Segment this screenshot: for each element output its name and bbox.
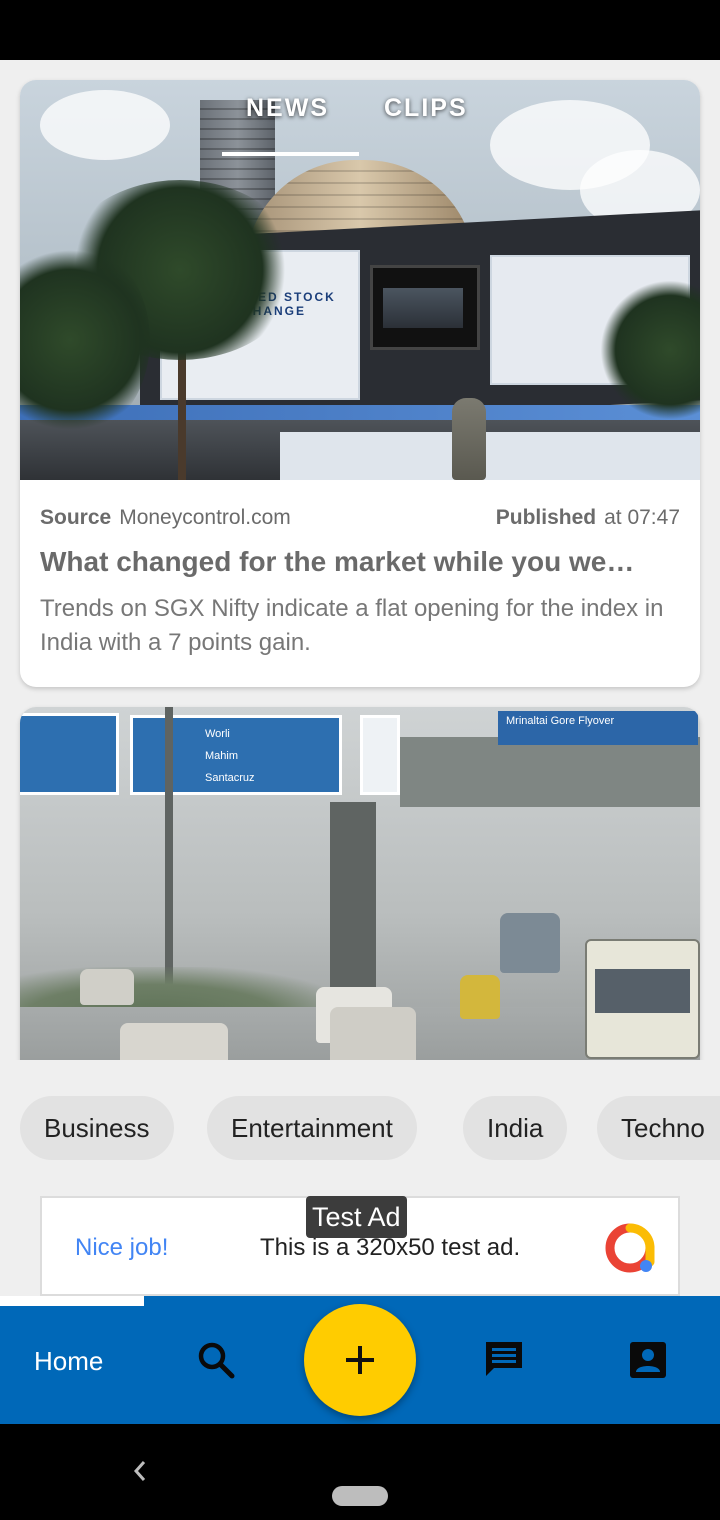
profile-icon[interactable] [628,1340,668,1380]
article-image: Worli Mahim Santacruz Mrinaltai Gore Fly… [20,707,700,1060]
bottom-navigation: Home [0,1296,720,1424]
article-headline[interactable]: What changed for the market while you we… [40,546,680,578]
ad-test-tag: Test Ad [306,1196,407,1238]
tab-news[interactable]: NEWS [246,94,329,123]
source-name: Moneycontrol.com [119,506,291,529]
news-card[interactable]: Worli Mahim Santacruz Mrinaltai Gore Fly… [20,707,700,1060]
pedestrian [452,398,486,480]
car [120,1023,228,1060]
status-bar [0,0,720,60]
road-sign-text: Worli [205,728,230,740]
street-banner [280,432,700,480]
ad-nice-job: Nice job! [75,1234,169,1261]
road-sign [20,713,119,795]
source-info: Source Moneycontrol.com [40,506,291,530]
nav-active-indicator [0,1296,144,1306]
road-sign-text: Mahim [205,750,239,762]
back-icon[interactable] [126,1456,156,1486]
news-feed[interactable]: UNITED STOCK EXCHANGE NEWS CLIPS Source M… [0,60,720,1060]
ad-banner[interactable]: Nice job! This is a 320x50 test ad. Test… [40,1196,680,1296]
nav-home[interactable]: Home [34,1346,103,1377]
home-gesture-pill[interactable] [332,1486,388,1506]
top-tab-bar: NEWS CLIPS [220,80,520,160]
published-info: Published at 07:47 [496,506,680,530]
overpass [400,737,700,807]
article-meta: Source Moneycontrol.com Published at 07:47 [40,502,680,532]
road-sign [360,715,400,795]
add-button[interactable] [304,1304,416,1416]
auto-rickshaw [460,975,500,1019]
chip-india[interactable]: India [463,1096,568,1160]
system-navigation-bar [0,1424,720,1520]
card-body: Source Moneycontrol.com Published at 07:47… [20,480,700,660]
car [330,1007,416,1060]
sign-pole [165,707,173,997]
published-label: Published [495,506,597,529]
cloud [40,90,170,160]
source-label: Source [40,506,112,529]
add-icon [346,1346,374,1374]
chip-technology[interactable]: Techno [597,1096,720,1160]
ad-logo-icon [605,1223,655,1273]
chip-entertainment[interactable]: Entertainment [207,1096,417,1160]
news-card[interactable]: UNITED STOCK EXCHANGE NEWS CLIPS Source M… [20,80,700,687]
tab-clips[interactable]: CLIPS [384,94,468,123]
article-summary: Trends on SGX Nifty indicate a flat open… [40,595,664,656]
ad-text: This is a 320x50 test ad. [260,1234,521,1261]
car [80,969,134,1005]
chat-icon[interactable] [484,1340,524,1380]
bus [585,939,700,1059]
overpass-sign: Mrinaltai Gore Flyover [498,711,698,745]
chip-business[interactable]: Business [20,1096,174,1160]
category-chips: Business Entertainment India Techno [0,1060,720,1195]
display-screen [370,265,480,350]
tab-indicator [222,152,359,156]
article-image: UNITED STOCK EXCHANGE NEWS CLIPS [20,80,700,480]
road-sign: Worli Mahim Santacruz [130,715,342,795]
truck [500,913,560,973]
search-icon[interactable] [196,1340,236,1380]
published-time: at 07:47 [604,506,680,529]
road-sign-text: Santacruz [205,772,255,784]
